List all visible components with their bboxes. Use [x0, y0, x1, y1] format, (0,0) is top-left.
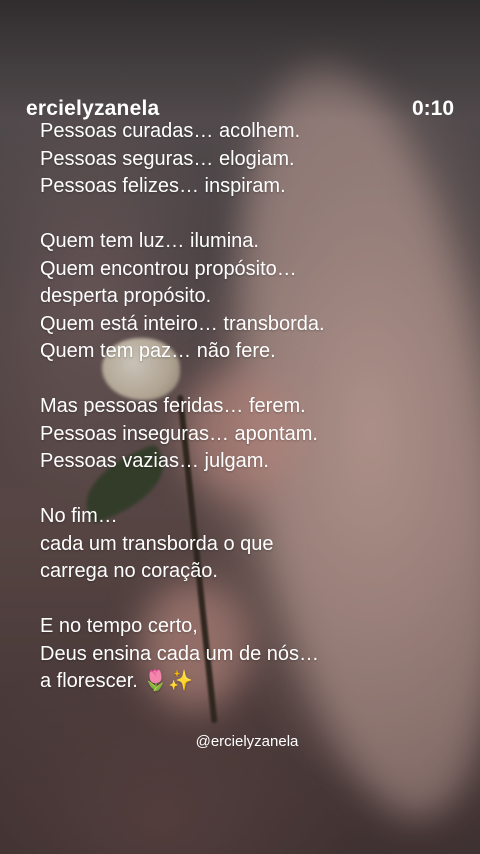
- poem-line: desperta propósito.: [40, 285, 212, 307]
- story-viewer[interactable]: ercielyzanela 0:10 Pessoas curadas… acol…: [0, 0, 480, 854]
- poem-line: carrega no coração.: [40, 560, 218, 582]
- poem-line: Pessoas inseguras… apontam.: [40, 422, 318, 445]
- poem-stanza-break: [40, 366, 460, 394]
- poem-line: Quem está inteiro… transborda.: [40, 312, 325, 335]
- poem-line: No fim…: [40, 505, 118, 527]
- poem-line: Mas pessoas feridas… ferem.: [40, 395, 306, 417]
- poem-stanza-break: [40, 476, 460, 504]
- poem-line: a florescer. 🌷✨: [40, 670, 194, 692]
- poem-line: Pessoas seguras… elogiam.: [40, 147, 295, 170]
- poem-line: Pessoas curadas… acolhem.: [40, 120, 301, 142]
- poem-line: Quem tem paz… não fere.: [40, 340, 276, 362]
- poem-line: Quem encontrou propósito…: [40, 257, 297, 280]
- poem-stanza-break: [40, 586, 460, 614]
- poem-line: cada um transborda o que: [40, 532, 274, 555]
- poem-line: Deus ensina cada um de nós…: [40, 642, 320, 665]
- poem-line: E no tempo certo,: [40, 615, 198, 637]
- poem-stanza-break: [40, 201, 460, 229]
- poem-line: Quem tem luz… ilumina.: [40, 230, 259, 252]
- watermark-handle: @ercielyzanela: [195, 733, 299, 750]
- poem-line: Pessoas vazias… julgam.: [40, 450, 269, 472]
- poem-line: Pessoas felizes… inspiram.: [40, 175, 286, 197]
- poem-text: Pessoas curadas… acolhem. Pessoas seguras…: [40, 118, 460, 696]
